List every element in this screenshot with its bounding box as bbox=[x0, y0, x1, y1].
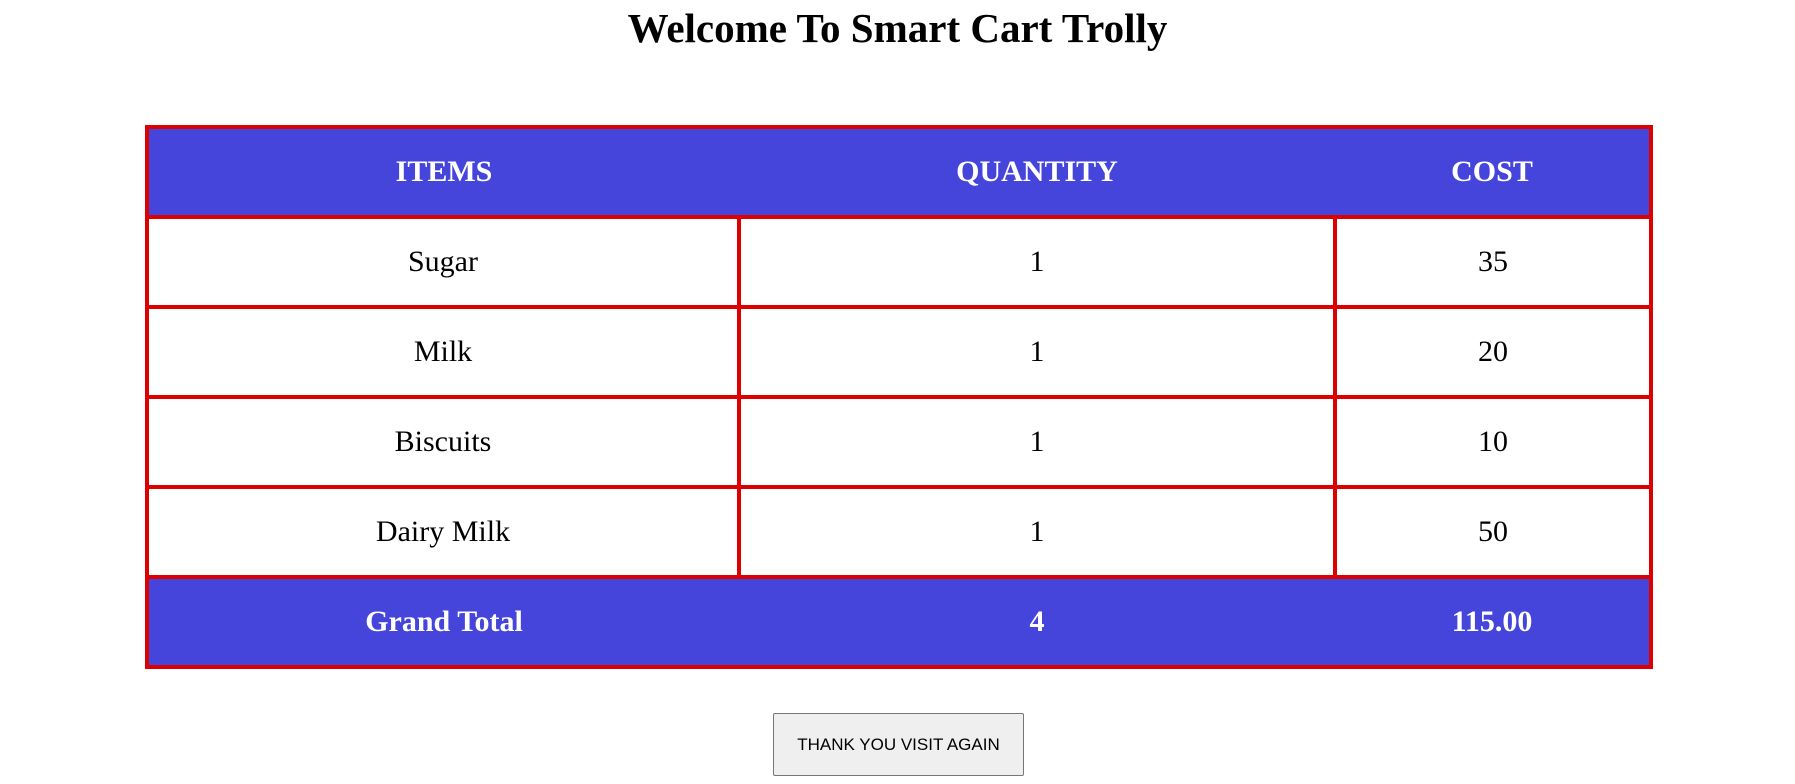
table-row: Sugar 1 35 bbox=[145, 215, 1653, 309]
item-quantity: 1 bbox=[737, 485, 1337, 579]
header-cost: COST bbox=[1335, 127, 1651, 219]
item-cost: 20 bbox=[1333, 305, 1653, 399]
item-quantity: 1 bbox=[737, 395, 1337, 489]
table-header-row: ITEMS QUANTITY COST bbox=[147, 127, 1651, 219]
grand-total-cost: 115.00 bbox=[1335, 575, 1651, 667]
item-quantity: 1 bbox=[737, 305, 1337, 399]
grand-total-label: Grand Total bbox=[147, 575, 739, 667]
grand-total-quantity: 4 bbox=[739, 575, 1335, 667]
item-cost: 10 bbox=[1333, 395, 1653, 489]
grand-total-row: Grand Total 4 115.00 bbox=[147, 575, 1651, 667]
header-items: ITEMS bbox=[147, 127, 739, 219]
table-row: Milk 1 20 bbox=[145, 305, 1653, 399]
item-cost: 35 bbox=[1333, 215, 1653, 309]
item-name: Sugar bbox=[145, 215, 741, 309]
table-row: Dairy Milk 1 50 bbox=[145, 485, 1653, 579]
thank-you-button[interactable]: THANK YOU VISIT AGAIN bbox=[773, 713, 1024, 776]
item-name: Milk bbox=[145, 305, 741, 399]
table-row: Biscuits 1 10 bbox=[145, 395, 1653, 489]
header-quantity: QUANTITY bbox=[739, 127, 1335, 219]
item-cost: 50 bbox=[1333, 485, 1653, 579]
cart-table: ITEMS QUANTITY COST Sugar 1 35 Milk 1 20… bbox=[145, 125, 1653, 669]
item-quantity: 1 bbox=[737, 215, 1337, 309]
item-name: Dairy Milk bbox=[145, 485, 741, 579]
page-title: Welcome To Smart Cart Trolly bbox=[627, 5, 1168, 51]
item-name: Biscuits bbox=[145, 395, 741, 489]
